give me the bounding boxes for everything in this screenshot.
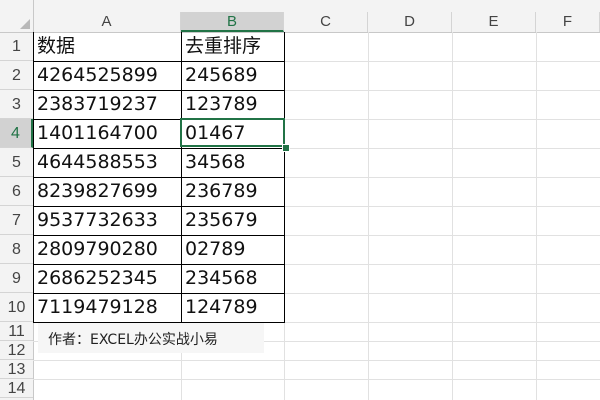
cell-b6[interactable]: 236789	[182, 177, 284, 206]
column-header-a[interactable]: A	[33, 12, 181, 32]
cell-a6[interactable]: 8239827699	[34, 177, 181, 206]
cell-a1[interactable]: 数据	[34, 32, 181, 61]
select-all-triangle-icon	[20, 19, 30, 29]
cell-a5[interactable]: 4644588553	[34, 148, 181, 177]
row-header-7[interactable]: 7	[0, 206, 33, 235]
row-header-6[interactable]: 6	[0, 177, 33, 206]
row-header-5[interactable]: 5	[0, 148, 33, 177]
gridline	[33, 360, 600, 361]
row-header-10[interactable]: 10	[0, 293, 33, 322]
cell-a8[interactable]: 2809790280	[34, 235, 181, 264]
fill-handle[interactable]	[282, 144, 290, 152]
cell-b7[interactable]: 235679	[182, 206, 284, 235]
select-all-corner[interactable]	[0, 0, 34, 33]
gridline	[452, 32, 453, 400]
row-header-14[interactable]: 14	[0, 379, 33, 398]
gridline	[33, 379, 600, 380]
cell-b5[interactable]: 34568	[182, 148, 284, 177]
active-cell-outline	[180, 118, 285, 147]
row-header-12[interactable]: 12	[0, 341, 33, 360]
cell-b1[interactable]: 去重排序	[182, 32, 284, 61]
column-header-d[interactable]: D	[368, 12, 452, 32]
column-header-f[interactable]: F	[536, 12, 600, 32]
column-header-c[interactable]: C	[284, 12, 368, 32]
row-header-2[interactable]: 2	[0, 61, 33, 90]
column-header-b[interactable]: B	[181, 12, 284, 32]
cell-a7[interactable]: 9537732633	[34, 206, 181, 235]
cell-b10[interactable]: 124789	[182, 293, 284, 322]
gridline	[536, 32, 537, 400]
row-header-3[interactable]: 3	[0, 90, 33, 119]
cell-b9[interactable]: 234568	[182, 264, 284, 293]
row-header-1[interactable]: 1	[0, 32, 33, 61]
row-header-9[interactable]: 9	[0, 264, 33, 293]
cell-a2[interactable]: 4264525899	[34, 61, 181, 90]
gridline	[368, 32, 369, 400]
row-header-8[interactable]: 8	[0, 235, 33, 264]
row-header-4[interactable]: 4	[0, 119, 33, 148]
cell-a3[interactable]: 2383719237	[34, 90, 181, 119]
cell-b3[interactable]: 123789	[182, 90, 284, 119]
author-note: 作者：EXCEL办公实战小易	[48, 332, 218, 348]
cell-a4[interactable]: 1401164700	[34, 119, 181, 148]
row-header-13[interactable]: 13	[0, 360, 33, 379]
cell-a10[interactable]: 7119479128	[34, 293, 181, 322]
row-header-11[interactable]: 11	[0, 322, 33, 341]
cell-b8[interactable]: 02789	[182, 235, 284, 264]
cell-b2[interactable]: 245689	[182, 61, 284, 90]
cell-a9[interactable]: 2686252345	[34, 264, 181, 293]
column-header-e[interactable]: E	[452, 12, 536, 32]
